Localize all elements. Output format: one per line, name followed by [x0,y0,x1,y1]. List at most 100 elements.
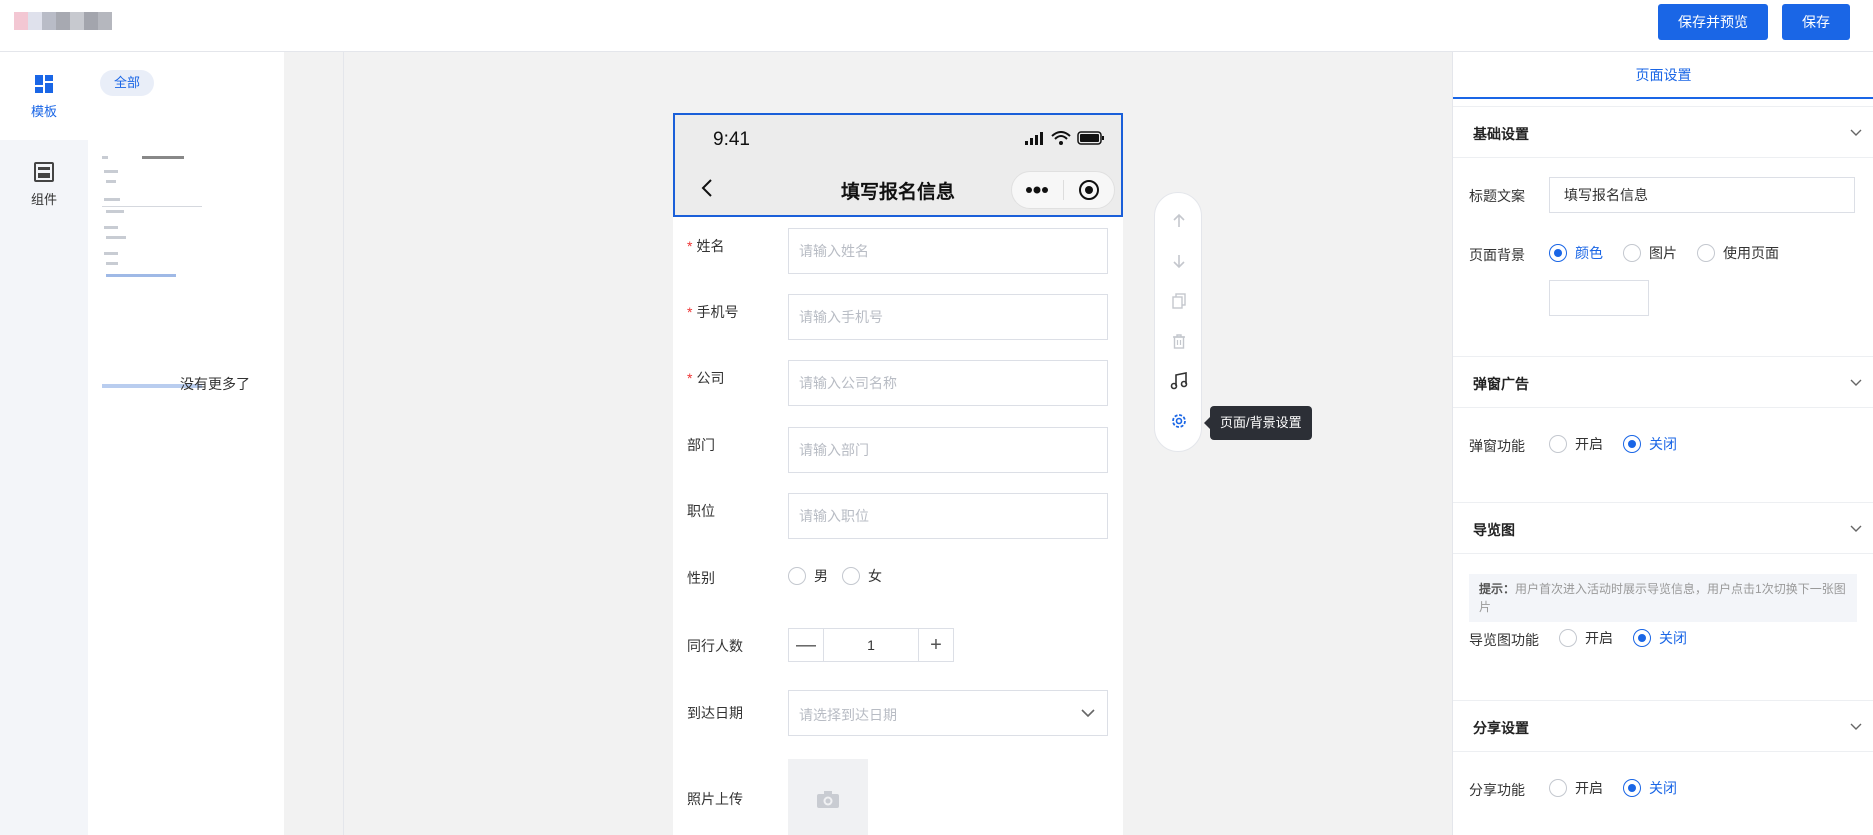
component-icon [34,161,54,182]
chevron-down-icon [1081,709,1095,718]
department-input[interactable] [788,427,1108,473]
settings-panel: 页面设置 基础设置 标题文案 页面背景 颜色 图片 使用页面 弹窗广告 弹窗功能… [1452,52,1873,835]
guide-label: 导览图功能 [1469,632,1539,648]
field-label: 到达日期 [687,705,743,721]
bg-option-use-page[interactable]: 使用页面 [1697,243,1779,263]
field-label: * 手机号 [687,304,739,320]
status-time: 9:41 [713,129,750,150]
form-row-name: * 姓名 [673,228,1123,276]
form-row-arrival: 到达日期 请选择到达日期 [673,690,1123,738]
radio[interactable] [1549,779,1567,797]
company-input[interactable] [788,360,1108,406]
section-title: 导览图 [1473,522,1515,538]
delete-icon[interactable] [1167,329,1191,353]
radio[interactable] [1633,629,1651,647]
radio[interactable] [1623,435,1641,453]
radio[interactable] [1549,435,1567,453]
form-row-gender: 性别 男 女 [673,567,1123,616]
title-text-input[interactable] [1549,177,1855,213]
battery-icon [1077,131,1104,145]
section-title: 分享设置 [1473,720,1529,736]
nav-item-label: 模板 [30,103,57,119]
radio[interactable] [1697,244,1715,262]
companions-stepper: — 1 + [788,628,954,662]
form-row-phone: * 手机号 [673,294,1123,342]
photo-uploader[interactable] [788,759,868,835]
radio[interactable] [1623,779,1641,797]
save-and-preview-button[interactable]: 保存并预览 [1658,4,1768,40]
stepper-value[interactable]: 1 [824,628,918,662]
popup-label: 弹窗功能 [1469,438,1525,454]
field-label: 照片上传 [687,791,743,807]
page-settings-tooltip: 页面/背景设置 [1204,406,1312,440]
arrow-up-icon[interactable] [1167,209,1191,233]
camera-icon [817,791,839,808]
gender-female-radio[interactable] [842,567,860,585]
music-icon[interactable] [1167,369,1191,393]
guide-option-on[interactable]: 开启 [1559,628,1613,648]
section-title: 弹窗广告 [1473,376,1529,392]
section-title: 基础设置 [1473,126,1529,142]
bg-label: 页面背景 [1469,247,1525,263]
component-toolbar [1154,192,1202,452]
form-row-photo: 照片上传 [673,759,1123,835]
chevron-down-icon [1850,129,1862,136]
guide-option-off[interactable]: 关闭 [1633,628,1687,648]
radio[interactable] [1549,244,1567,262]
arrival-date-select[interactable]: 请选择到达日期 [788,690,1108,736]
bg-option-image[interactable]: 图片 [1623,243,1677,263]
template-icon [35,74,53,93]
editor-canvas: 9:41 填写报名信息 * 姓名 请输入姓名 * 手机号 请输入手机号 * 公司… [343,52,1452,835]
settings-icon[interactable] [1167,409,1191,433]
template-panel: 全部 没有更多了 [88,52,284,835]
chevron-down-icon [1850,723,1862,730]
form-row-department: 部门 [673,427,1123,475]
save-button[interactable]: 保存 [1782,4,1850,40]
template-thumbnail[interactable] [102,148,202,408]
nav-item-component[interactable]: 组件 [0,140,88,228]
color-picker[interactable] [1549,280,1649,316]
field-label: * 姓名 [687,238,725,254]
phone-input[interactable] [788,294,1108,340]
form-row-position: 职位 [673,493,1123,541]
phone-preview: 9:41 填写报名信息 * 姓名 请输入姓名 * 手机号 请输入手机号 * 公司… [673,113,1123,835]
popup-option-on[interactable]: 开启 [1549,434,1603,454]
form-row-companions: 同行人数 — 1 + [673,628,1123,676]
radio[interactable] [1623,244,1641,262]
nav-item-template[interactable]: 模板 [0,52,88,140]
section-basic-header[interactable]: 基础设置 [1453,106,1873,158]
field-label: 性别 [687,570,715,586]
popup-option-off[interactable]: 关闭 [1623,434,1677,454]
form-row-company: * 公司 [673,360,1123,408]
gender-male-radio[interactable] [788,567,806,585]
minus-button[interactable]: — [788,628,824,662]
section-share-header[interactable]: 分享设置 [1453,700,1873,752]
field-label: 职位 [687,503,715,519]
share-label: 分享功能 [1469,782,1525,798]
tab-page-settings[interactable]: 页面设置 [1453,52,1873,99]
section-popup-header[interactable]: 弹窗广告 [1453,356,1873,408]
field-label: 部门 [687,437,715,453]
nav-item-label: 组件 [30,191,57,207]
copy-icon[interactable] [1167,289,1191,313]
more-icon[interactable] [1012,171,1063,209]
no-more-text: 没有更多了 [180,376,250,392]
plus-button[interactable]: + [918,628,954,662]
field-label: * 公司 [687,370,725,386]
title-label: 标题文案 [1469,188,1525,204]
signal-icon [1025,132,1043,145]
gender-option-label: 女 [868,568,882,584]
radio[interactable] [1559,629,1577,647]
phone-header[interactable]: 9:41 填写报名信息 [673,113,1123,217]
arrow-down-icon[interactable] [1167,249,1191,273]
name-input[interactable] [788,228,1108,274]
share-option-on[interactable]: 开启 [1549,778,1603,798]
left-nav: 模板 组件 [0,52,88,835]
bg-option-color[interactable]: 颜色 [1549,243,1603,263]
position-input[interactable] [788,493,1108,539]
section-guide-header[interactable]: 导览图 [1453,502,1873,554]
logo [14,12,142,30]
share-option-off[interactable]: 关闭 [1623,778,1677,798]
close-target-icon[interactable] [1063,171,1114,209]
template-tab-all[interactable]: 全部 [100,70,155,96]
